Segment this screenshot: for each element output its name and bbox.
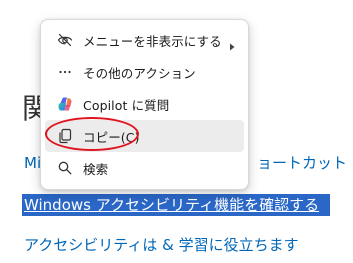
menu-item-hide-menu[interactable]: メニューを非表示にする <box>45 24 244 56</box>
menu-item-more-actions[interactable]: その他のアクション <box>45 56 244 88</box>
search-icon <box>57 160 73 176</box>
menu-item-label: コピー(C) <box>83 129 140 145</box>
menu-item-label: 検索 <box>83 161 109 177</box>
link-partial-left[interactable]: Mi <box>24 153 41 173</box>
menu-item-ask-copilot[interactable]: Copilot に質問 <box>45 88 244 120</box>
link-partial-right[interactable]: ョートカット <box>257 153 347 173</box>
menu-item-label: メニューを非表示にする <box>83 33 222 49</box>
menu-item-label: その他のアクション <box>83 65 196 81</box>
menu-item-copy[interactable]: コピー(C) <box>45 120 244 152</box>
eye-off-icon <box>57 32 73 48</box>
context-menu: メニューを非表示にする その他のアクション Copilot に質問 コピー(C)… <box>40 19 249 190</box>
more-horizontal-icon <box>57 64 73 80</box>
copilot-icon <box>57 96 73 112</box>
selected-link-accessibility-features[interactable]: Windows アクセシビリティ機能を確認する <box>24 195 319 215</box>
chevron-right-icon <box>228 36 236 51</box>
menu-item-search[interactable]: 検索 <box>45 152 244 184</box>
link-accessibility-learning[interactable]: アクセシビリティは & 学習に役立ちます <box>24 235 299 255</box>
copy-icon <box>57 128 73 144</box>
menu-item-label: Copilot に質問 <box>83 97 170 113</box>
